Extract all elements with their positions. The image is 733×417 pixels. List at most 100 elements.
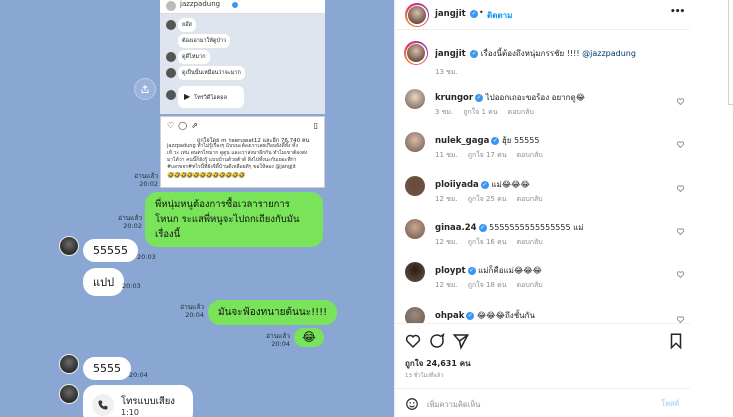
emoji-icon[interactable] (405, 397, 419, 411)
more-options-icon[interactable]: ••• (670, 7, 685, 17)
phone-icon (92, 394, 114, 416)
video-call-icon: ▶ (184, 92, 191, 101)
message-meta: อ่านแล้ว 20:04 (258, 332, 290, 348)
post-comment-button[interactable]: โพสต์ (661, 398, 679, 410)
comment-icon[interactable] (428, 332, 446, 350)
adjacent-panel-edge (728, 0, 733, 105)
message-time: 20:04 (185, 311, 204, 319)
comment-like-icon[interactable] (676, 140, 685, 149)
verified-icon: ✓ (480, 181, 489, 189)
author-username[interactable]: jangjit (435, 9, 466, 19)
embedded-post-caption: jazzpadung ทำไม่รู้เรื่องๆ แบบนะต้องเราเ… (167, 143, 308, 170)
comment-meta: 12 ชม. ถูกใจ 18 คน ตอบกลับ (435, 280, 553, 291)
commenter-username[interactable]: ginaa.24 (435, 223, 477, 233)
commenter-username[interactable]: ploiiyada (435, 180, 479, 190)
comment-likes[interactable]: ถูกใจ 17 คน (468, 151, 507, 159)
comment-time: 12 ชม. (435, 195, 458, 203)
message-time: 20:04 (129, 371, 148, 379)
comment-like-icon[interactable] (676, 227, 685, 236)
share-icon[interactable] (452, 332, 470, 350)
commenter-avatar[interactable] (405, 89, 425, 109)
bookmark-icon[interactable] (667, 332, 685, 350)
read-receipt: อ่านแล้ว (118, 214, 142, 222)
sent-emoji: 😂 (294, 328, 325, 347)
call-title: โทรแบบเสียง (121, 396, 175, 407)
commenter-username[interactable]: nulek_gaga (435, 136, 489, 146)
comment-time: 3 ชม. (435, 108, 454, 116)
comment-likes[interactable]: ถูกใจ 16 คน (468, 238, 507, 246)
mini-message: ดูดีไหมาก (178, 50, 210, 64)
verified-icon: ✓ (470, 10, 478, 18)
embedded-post-emoji: 🤣🤣🤣🤣🤣🤣🤣🤣🤣🤣🤣🤣 (167, 172, 246, 179)
comment-likes[interactable]: ถูกใจ 18 คน (468, 281, 507, 289)
commenter-avatar[interactable] (405, 219, 425, 239)
post-actions: ถูกใจ 24,631 คน 13 ชั่วโมงที่แล้ว (395, 323, 691, 383)
sent-message: มันจะฟ้องทนายต้นนะ!!!! (208, 300, 338, 325)
comment-time: 11 ชม. (435, 151, 458, 159)
comment-like-icon[interactable] (676, 270, 685, 279)
embedded-username: jazzpadung (180, 0, 221, 8)
message-time: 20:02 (139, 180, 158, 188)
verified-icon: ✓ (478, 224, 487, 232)
comment-likes[interactable]: ถูกใจ 25 คน (468, 195, 507, 203)
reply-button[interactable]: ตอบกลับ (517, 151, 543, 159)
read-receipt: อ่านแล้ว (266, 332, 290, 340)
likes-count[interactable]: ถูกใจ 24,631 คน (405, 357, 471, 370)
message-meta: อ่านแล้ว 20:02 (110, 214, 142, 230)
verified-icon: ✓ (475, 94, 484, 102)
caption-time: 13 ชม. (435, 68, 458, 76)
comment-meta: 12 ชม. ถูกใจ 25 คน ตอบกลับ (435, 194, 553, 205)
verified-icon: ✓ (470, 50, 479, 58)
voice-call-card: โทรแบบเสียง 1:10 (83, 385, 193, 417)
message-time: 20:03 (137, 253, 156, 261)
commenter-username[interactable]: krungor (435, 93, 473, 103)
comment-like-icon[interactable] (676, 97, 685, 106)
add-comment-bar: โพสต์ (395, 388, 691, 417)
comment-text: ฮุ้ย 55555 (501, 136, 540, 145)
reply-button[interactable]: ตอบกลับ (517, 195, 543, 203)
reply-button[interactable]: ตอบกลับ (508, 108, 534, 116)
comment-likes[interactable]: ถูกใจ 1 คน (463, 108, 497, 116)
caption-text: เรื่องนี้ต้องถึงหนุ่มกรรชัย !!!! (480, 49, 583, 58)
commenter-username[interactable]: ohpak (435, 311, 464, 321)
commenter-avatar[interactable] (405, 176, 425, 196)
comment-text: ไปออกเถอะขอร้อง อยากดู😂 (485, 93, 586, 102)
comment-text: 😂😂😂ถึงชั้นกัน (476, 311, 535, 320)
verified-icon: ✓ (491, 137, 500, 145)
reply-button[interactable]: ตอบกลับ (517, 238, 543, 246)
read-receipt: อ่านแล้ว (134, 172, 158, 180)
reply-button[interactable]: ตอบกลับ (517, 281, 543, 289)
post-timestamp: 13 ชั่วโมงที่แล้ว (405, 373, 444, 379)
mini-avatar (166, 90, 176, 100)
caption-mention[interactable]: @jazzpadung (582, 49, 636, 58)
commenter-avatar[interactable] (405, 307, 425, 323)
message-time: 20:03 (122, 282, 141, 290)
comment-input[interactable] (427, 396, 647, 412)
caption-username[interactable]: jangjit (435, 49, 466, 59)
follow-button[interactable]: ติดตาม (487, 9, 512, 22)
comment-like-icon[interactable] (676, 184, 685, 193)
share-button[interactable] (134, 78, 156, 100)
sent-message: พี่หนุ่มหนูต้องการซื้อเวลารายการโหนก ระแ… (145, 192, 323, 247)
commenter-avatar[interactable] (405, 132, 425, 152)
embedded-ig-header: jazzpadung (160, 0, 325, 14)
embedded-post-likes: ถูกใจโดย m_teeruwat12 และอีก 76,740 คน (197, 138, 310, 144)
comment-like-icon[interactable] (676, 315, 685, 323)
read-receipt: อ่านแล้ว (180, 303, 204, 311)
comment-time: 12 ชม. (435, 238, 458, 246)
received-message: แปป (83, 268, 125, 296)
commenter-username[interactable]: ploypt (435, 266, 466, 276)
comment-meta: 3 ชม. ถูกใจ 1 คน ตอบกลับ (435, 107, 544, 118)
call-duration: 1:10 (121, 408, 139, 417)
author-avatar[interactable] (405, 3, 429, 27)
share-icon (141, 85, 149, 93)
commenter-avatar[interactable] (405, 262, 425, 282)
received-message: 55555 (83, 239, 138, 262)
mini-message: ยอ๊ส (178, 18, 196, 32)
like-icon[interactable] (404, 332, 422, 350)
received-message: 5555 (83, 357, 131, 380)
mini-call-label: โทรวิดีโอคอล (194, 95, 227, 101)
mini-video-call: ▶ โทรวิดีโอคอล (178, 86, 244, 108)
author-avatar[interactable] (404, 41, 428, 65)
instagram-post-panel: jangjit ✓ • ติดตาม ••• jangjit ✓ เรื่องน… (394, 0, 691, 417)
